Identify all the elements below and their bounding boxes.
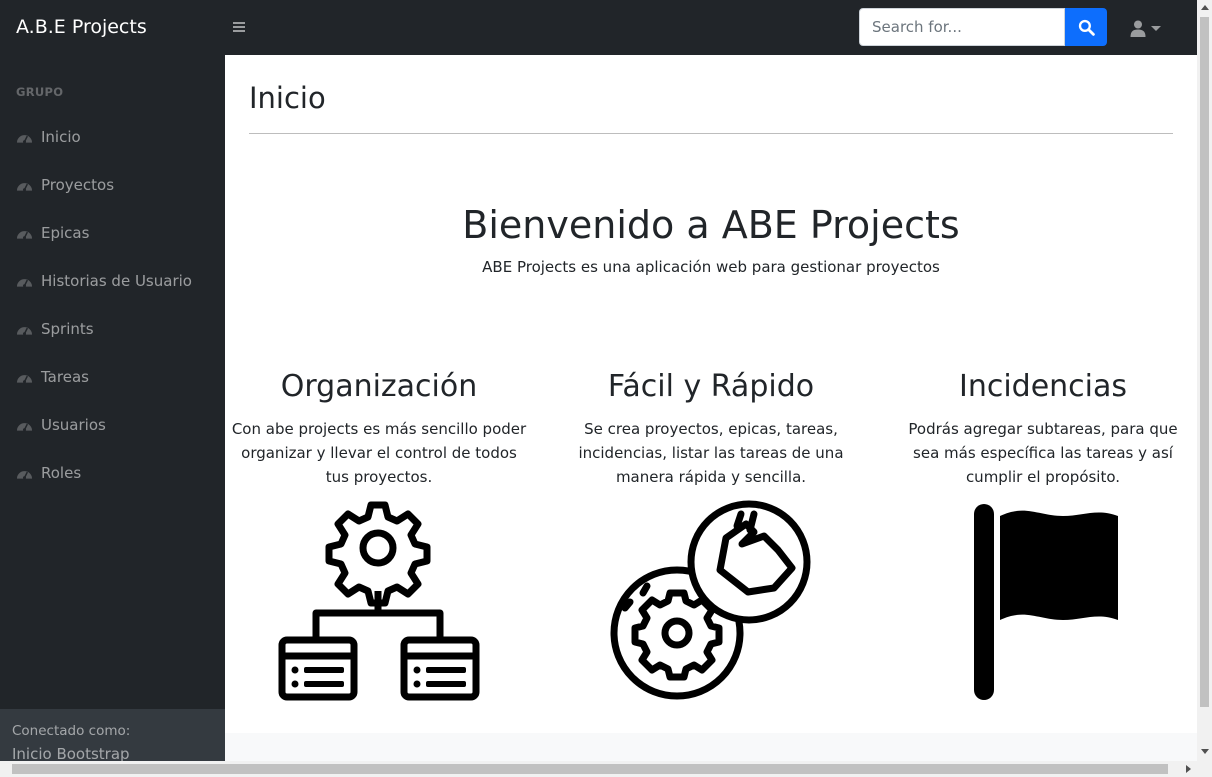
gear-hierarchy-icon (278, 501, 480, 701)
horizontal-scrollbar[interactable] (0, 761, 1212, 777)
feature-title: Incidencias (958, 369, 1128, 404)
divider (249, 133, 1173, 134)
sidebar-item-tareas[interactable]: Tareas (0, 357, 225, 397)
hero-title: Bienvenido a ABE Projects (462, 203, 960, 247)
search-icon (1078, 19, 1095, 36)
sidebar-toggle-button[interactable] (232, 15, 248, 39)
page-title: Inicio (249, 81, 326, 115)
logged-in-label: Conectado como: (12, 723, 131, 739)
horizontal-scroll-thumb[interactable] (12, 764, 1168, 774)
sidebar-item-label: Sprints (41, 320, 94, 338)
feature-organizacion: Organización Con abe projects es más sen… (229, 365, 529, 489)
sidebar-heading: GRUPO (16, 85, 64, 99)
sidebar-item-label: Usuarios (41, 416, 106, 434)
sidebar-item-historias-de-usuario[interactable]: Historias de Usuario (0, 261, 225, 301)
top-navbar: A.B.E Projects (0, 0, 1197, 55)
main-content: Inicio Bienvenido a ABE Projects ABE Pro… (225, 55, 1197, 761)
feature-title: Fácil y Rápido (607, 369, 815, 404)
tachometer-icon (16, 183, 33, 192)
search-button[interactable] (1065, 8, 1107, 46)
sidebar-item-sprints[interactable]: Sprints (0, 309, 225, 349)
sidebar: GRUPO Inicio Proyectos Epicas Historias … (0, 55, 225, 763)
sidebar-footer: Conectado como: Inicio Bootstrap (0, 709, 225, 763)
tachometer-icon (16, 135, 33, 144)
feature-title: Organización (280, 369, 478, 404)
sidebar-item-label: Epicas (41, 224, 90, 242)
scroll-down-icon[interactable] (1201, 749, 1209, 754)
tachometer-icon (16, 279, 33, 288)
gear-hand-icon (610, 500, 811, 700)
feature-text: Podrás agregar subtareas, para que sea m… (908, 420, 1178, 486)
sidebar-item-label: Tareas (41, 368, 89, 386)
tachometer-icon (16, 327, 33, 336)
sidebar-item-proyectos[interactable]: Proyectos (0, 165, 225, 205)
user-icon (1130, 20, 1146, 37)
tachometer-icon (16, 375, 33, 384)
tachometer-icon (16, 423, 33, 432)
sidebar-item-label: Historias de Usuario (41, 272, 192, 290)
search-form (859, 8, 1107, 46)
sidebar-item-label: Inicio (41, 128, 81, 146)
feature-incidencias: Incidencias Podrás agregar subtareas, pa… (893, 365, 1193, 489)
vertical-scrollbar[interactable] (1197, 0, 1212, 761)
sidebar-item-epicas[interactable]: Epicas (0, 213, 225, 253)
flag-icon (974, 504, 1118, 700)
scroll-right-icon[interactable] (1186, 765, 1191, 773)
sidebar-item-roles[interactable]: Roles (0, 453, 225, 493)
tachometer-icon (16, 231, 33, 240)
menu-icon (233, 22, 245, 32)
hero-subtitle: ABE Projects es una aplicación web para … (482, 258, 940, 276)
vertical-scroll-thumb[interactable] (1200, 17, 1209, 707)
search-input[interactable] (859, 8, 1065, 46)
tachometer-icon (16, 471, 33, 480)
page-footer (225, 733, 1197, 761)
user-dropdown-toggle[interactable] (1130, 17, 1168, 39)
sidebar-item-inicio[interactable]: Inicio (0, 117, 225, 157)
feature-text: Se crea proyectos, epicas, tareas, incid… (578, 420, 844, 486)
sidebar-item-label: Roles (41, 464, 82, 482)
sidebar-item-usuarios[interactable]: Usuarios (0, 405, 225, 445)
chevron-down-icon (1151, 25, 1161, 31)
sidebar-item-label: Proyectos (41, 176, 115, 194)
scroll-up-icon[interactable] (1201, 5, 1209, 10)
feature-text: Con abe projects es más sencillo poder o… (231, 420, 527, 486)
feature-facil-y-rapido: Fácil y Rápido Se crea proyectos, epicas… (561, 365, 861, 489)
brand-link[interactable]: A.B.E Projects (16, 16, 147, 38)
